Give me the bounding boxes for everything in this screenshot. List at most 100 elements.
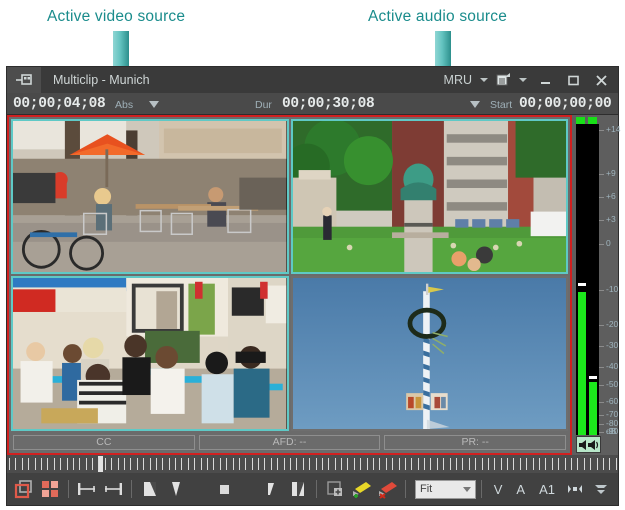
zoom-select[interactable]: Fit	[415, 479, 476, 499]
add-subclip-button[interactable]	[322, 476, 348, 502]
mark-in-button[interactable]	[74, 476, 100, 502]
start-triangle-down-icon[interactable]	[470, 101, 480, 108]
separator-1	[68, 480, 69, 498]
ruler-tick	[577, 458, 579, 470]
ruler-tick	[583, 458, 585, 470]
window-title: Multiclip - Munich	[53, 73, 150, 87]
separator-5	[480, 480, 482, 498]
quad-view-container: CC AFD: -- PR: --	[7, 115, 572, 455]
quad-view-button[interactable]	[37, 476, 63, 502]
ruler-tick	[366, 458, 368, 470]
audio-meter-track	[576, 124, 599, 435]
match-frame-icon[interactable]	[562, 476, 588, 502]
ruler-tick	[564, 458, 566, 470]
clear-out-button[interactable]	[285, 476, 311, 502]
ruler-tick	[328, 458, 330, 470]
ruler-tick	[334, 458, 336, 470]
multiclip-window: Multiclip - Munich MRU 00;00;04;08 Abs D…	[6, 66, 620, 506]
ruler-tick	[321, 458, 323, 470]
cell-bottom-left[interactable]	[11, 276, 289, 431]
ruler-tick	[213, 458, 215, 470]
video-thumbnail-maypole	[292, 278, 566, 429]
properties-chevron-down-icon[interactable]	[516, 67, 530, 93]
annotation-active-video-source: Active video source	[47, 8, 186, 25]
meter-tick-plus9: +9	[599, 168, 618, 178]
ruler-tick	[500, 458, 502, 470]
clip-indicator-row	[574, 117, 618, 124]
ruler-tick	[34, 458, 36, 470]
ruler-tick	[590, 458, 592, 470]
mark-out-button[interactable]	[100, 476, 126, 502]
ruler-tick	[519, 458, 521, 470]
pr-status[interactable]: PR: --	[384, 434, 567, 450]
video-thumbnail-cafe-umbrella	[13, 121, 287, 272]
meter-tick-minus10: -10	[599, 284, 618, 294]
track-button-a1[interactable]: A1	[532, 482, 562, 497]
start-timecode[interactable]: 00;00;00;00	[519, 96, 612, 112]
cell-bottom-right[interactable]	[290, 276, 568, 431]
close-icon[interactable]	[588, 67, 614, 93]
track-button-a[interactable]: A	[509, 482, 532, 497]
ruler-tick	[602, 458, 604, 470]
ruler-tick	[104, 458, 106, 470]
ruler-tick	[155, 458, 157, 470]
separator-3	[316, 480, 317, 498]
track-button-v[interactable]: V	[487, 482, 510, 497]
audio-meter-panel: +14 +9 +6 +3 0 -10 -20 -30 -40 -50 -60 -70 -80 -90 dB	[572, 115, 620, 455]
ruler-tick	[494, 458, 496, 470]
abs-triangle-down-icon[interactable]	[149, 101, 159, 108]
pin-window-icon[interactable]	[7, 67, 41, 93]
ruler-tick	[436, 458, 438, 470]
cell-top-left[interactable]	[11, 119, 289, 274]
ruler-tick	[379, 458, 381, 470]
video-thumbnail-cafe-crowd	[13, 278, 287, 429]
ruler-tick	[251, 458, 253, 470]
ruler-tick	[130, 458, 132, 470]
ruler-tick	[487, 458, 489, 470]
ruler-tick	[443, 458, 445, 470]
ruler-tick	[296, 458, 298, 470]
ruler-tick	[79, 458, 81, 470]
ruler-tick	[245, 458, 247, 470]
speaker-mute-icon[interactable]	[576, 436, 601, 453]
minimize-icon[interactable]	[532, 67, 558, 93]
ruler-tick	[98, 458, 100, 470]
ruler-tick	[404, 458, 406, 470]
goto-in-button[interactable]	[137, 476, 163, 502]
cc-status[interactable]: CC	[13, 434, 195, 450]
ruler-tick	[219, 458, 221, 470]
ruler-tick	[187, 458, 189, 470]
annotation-active-audio-source: Active audio source	[368, 8, 508, 25]
clear-in-button[interactable]	[259, 476, 285, 502]
ruler-tick	[72, 458, 74, 470]
ruler-tick	[47, 458, 49, 470]
mru-chevron-down-icon[interactable]	[477, 67, 491, 93]
maximize-icon[interactable]	[560, 67, 586, 93]
scrub-ruler[interactable]	[7, 455, 618, 473]
ruler-tick	[123, 458, 125, 470]
mru-label[interactable]: MRU	[441, 67, 475, 93]
meter-tick-minus70: -70	[599, 409, 618, 419]
ruler-tick	[162, 458, 164, 470]
add-marker-yellow-icon[interactable]	[348, 476, 374, 502]
afd-status[interactable]: AFD: --	[198, 434, 381, 450]
ruler-tick	[456, 458, 457, 470]
delete-marker-red-icon[interactable]	[374, 476, 400, 502]
stop-button[interactable]	[211, 476, 237, 502]
goto-out-button[interactable]	[163, 476, 189, 502]
quad-grid	[9, 117, 570, 433]
ruler-tick	[111, 458, 113, 470]
duration-timecode[interactable]: 00;00;30;08	[282, 96, 375, 112]
ruler-tick	[302, 458, 304, 470]
cell-top-right[interactable]	[290, 119, 568, 274]
more-options-icon[interactable]	[588, 476, 614, 502]
single-view-button[interactable]	[11, 476, 37, 502]
footer: Fit V A A1	[7, 455, 618, 505]
ruler-tick	[430, 458, 432, 470]
dur-label: Dur	[255, 99, 272, 111]
properties-icon[interactable]	[493, 67, 514, 93]
meter-tick-plus6: +6	[599, 191, 618, 201]
ruler-tick	[373, 458, 374, 470]
current-timecode[interactable]: 00;00;04;08	[13, 96, 106, 112]
ruler-tick	[149, 458, 151, 470]
